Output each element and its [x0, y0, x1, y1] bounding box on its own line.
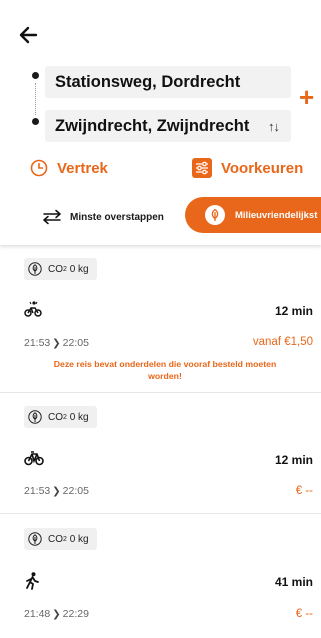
sliders-icon	[192, 158, 212, 178]
bike-share-icon	[24, 300, 42, 323]
departure-label: Vertrek	[57, 159, 108, 177]
leaf-icon	[28, 532, 42, 546]
destination-field[interactable]: Zwijndrecht, Zwijndrecht ↑↓	[45, 110, 291, 142]
leaf-icon	[205, 205, 225, 225]
arrive-time: 22:05	[62, 337, 89, 349]
co2-badge: CO 2 0 kg	[24, 258, 97, 280]
sort-options: Minste overstappen Milieuvriendelijkst	[0, 197, 321, 237]
co2-badge: CO 2 0 kg	[24, 528, 97, 550]
leaf-icon	[28, 410, 42, 424]
chevron-right-icon: ❯	[52, 609, 61, 620]
departure-button[interactable]: Vertrek	[30, 154, 108, 182]
trip-times: 21:53 ❯ 22:05	[24, 485, 89, 497]
transfer-arrows-icon	[43, 209, 61, 225]
add-stop-button[interactable]: +	[299, 84, 314, 110]
co2-prefix: CO	[48, 263, 63, 275]
origin-dot	[32, 72, 39, 79]
trip-price: € --	[295, 485, 313, 497]
trip-duration: 12 min	[274, 304, 313, 318]
co2-value: 0 kg	[69, 533, 89, 545]
trip-times: 21:53 ❯ 22:05	[24, 337, 89, 349]
booking-warning: Deze reis bevat onderdelen die vooraf be…	[53, 359, 277, 381]
preferences-label: Voorkeuren	[221, 159, 304, 177]
co2-value: 0 kg	[69, 263, 89, 275]
trip-times: 21:48 ❯ 22:29	[24, 608, 89, 620]
sort-fewest-label: Minste overstappen	[70, 211, 164, 223]
swap-icon[interactable]: ↑↓	[268, 119, 280, 134]
depart-time: 21:53	[24, 485, 51, 497]
walk-icon	[24, 572, 40, 595]
divider	[0, 513, 321, 514]
clock-icon	[30, 159, 48, 177]
destination-text: Zwijndrecht, Zwijndrecht	[55, 116, 250, 135]
origin-field[interactable]: Stationsweg, Dordrecht	[45, 66, 291, 98]
trip-price: € --	[295, 608, 313, 620]
back-arrow-icon[interactable]	[16, 22, 42, 48]
bike-icon	[24, 450, 44, 471]
origin-text: Stationsweg, Dordrecht	[55, 72, 241, 91]
leaf-icon	[28, 262, 42, 276]
co2-subscript: 2	[63, 265, 67, 273]
co2-value: 0 kg	[69, 411, 89, 423]
search-header: Stationsweg, Dordrecht Zwijndrecht, Zwij…	[0, 0, 321, 245]
co2-subscript: 2	[63, 413, 67, 421]
trip-duration: 12 min	[274, 453, 313, 467]
arrive-time: 22:29	[62, 608, 89, 620]
chevron-right-icon: ❯	[52, 486, 61, 497]
destination-dot	[32, 118, 39, 125]
co2-badge: CO 2 0 kg	[24, 406, 97, 428]
route-line	[32, 72, 40, 125]
trip-duration: 41 min	[274, 575, 313, 589]
co2-prefix: CO	[48, 411, 63, 423]
sort-eco-label: Milieuvriendelijkst	[235, 209, 318, 221]
preferences-button[interactable]: Voorkeuren	[192, 154, 303, 182]
co2-prefix: CO	[48, 533, 63, 545]
chevron-right-icon: ❯	[52, 338, 61, 349]
trip-list: CO 2 0 kg 12 min 21:53 ❯ 22:05 vanaf €1,50 …	[0, 245, 321, 638]
sort-eco-button[interactable]: Milieuvriendelijkst	[185, 197, 321, 233]
trip-price: vanaf €1,50	[252, 336, 313, 348]
route-trail	[35, 83, 36, 115]
sort-fewest-transfers-button[interactable]: Minste overstappen	[40, 205, 164, 229]
divider	[0, 392, 321, 393]
arrive-time: 22:05	[62, 485, 89, 497]
depart-time: 21:53	[24, 337, 51, 349]
co2-subscript: 2	[63, 535, 67, 543]
depart-time: 21:48	[24, 608, 51, 620]
